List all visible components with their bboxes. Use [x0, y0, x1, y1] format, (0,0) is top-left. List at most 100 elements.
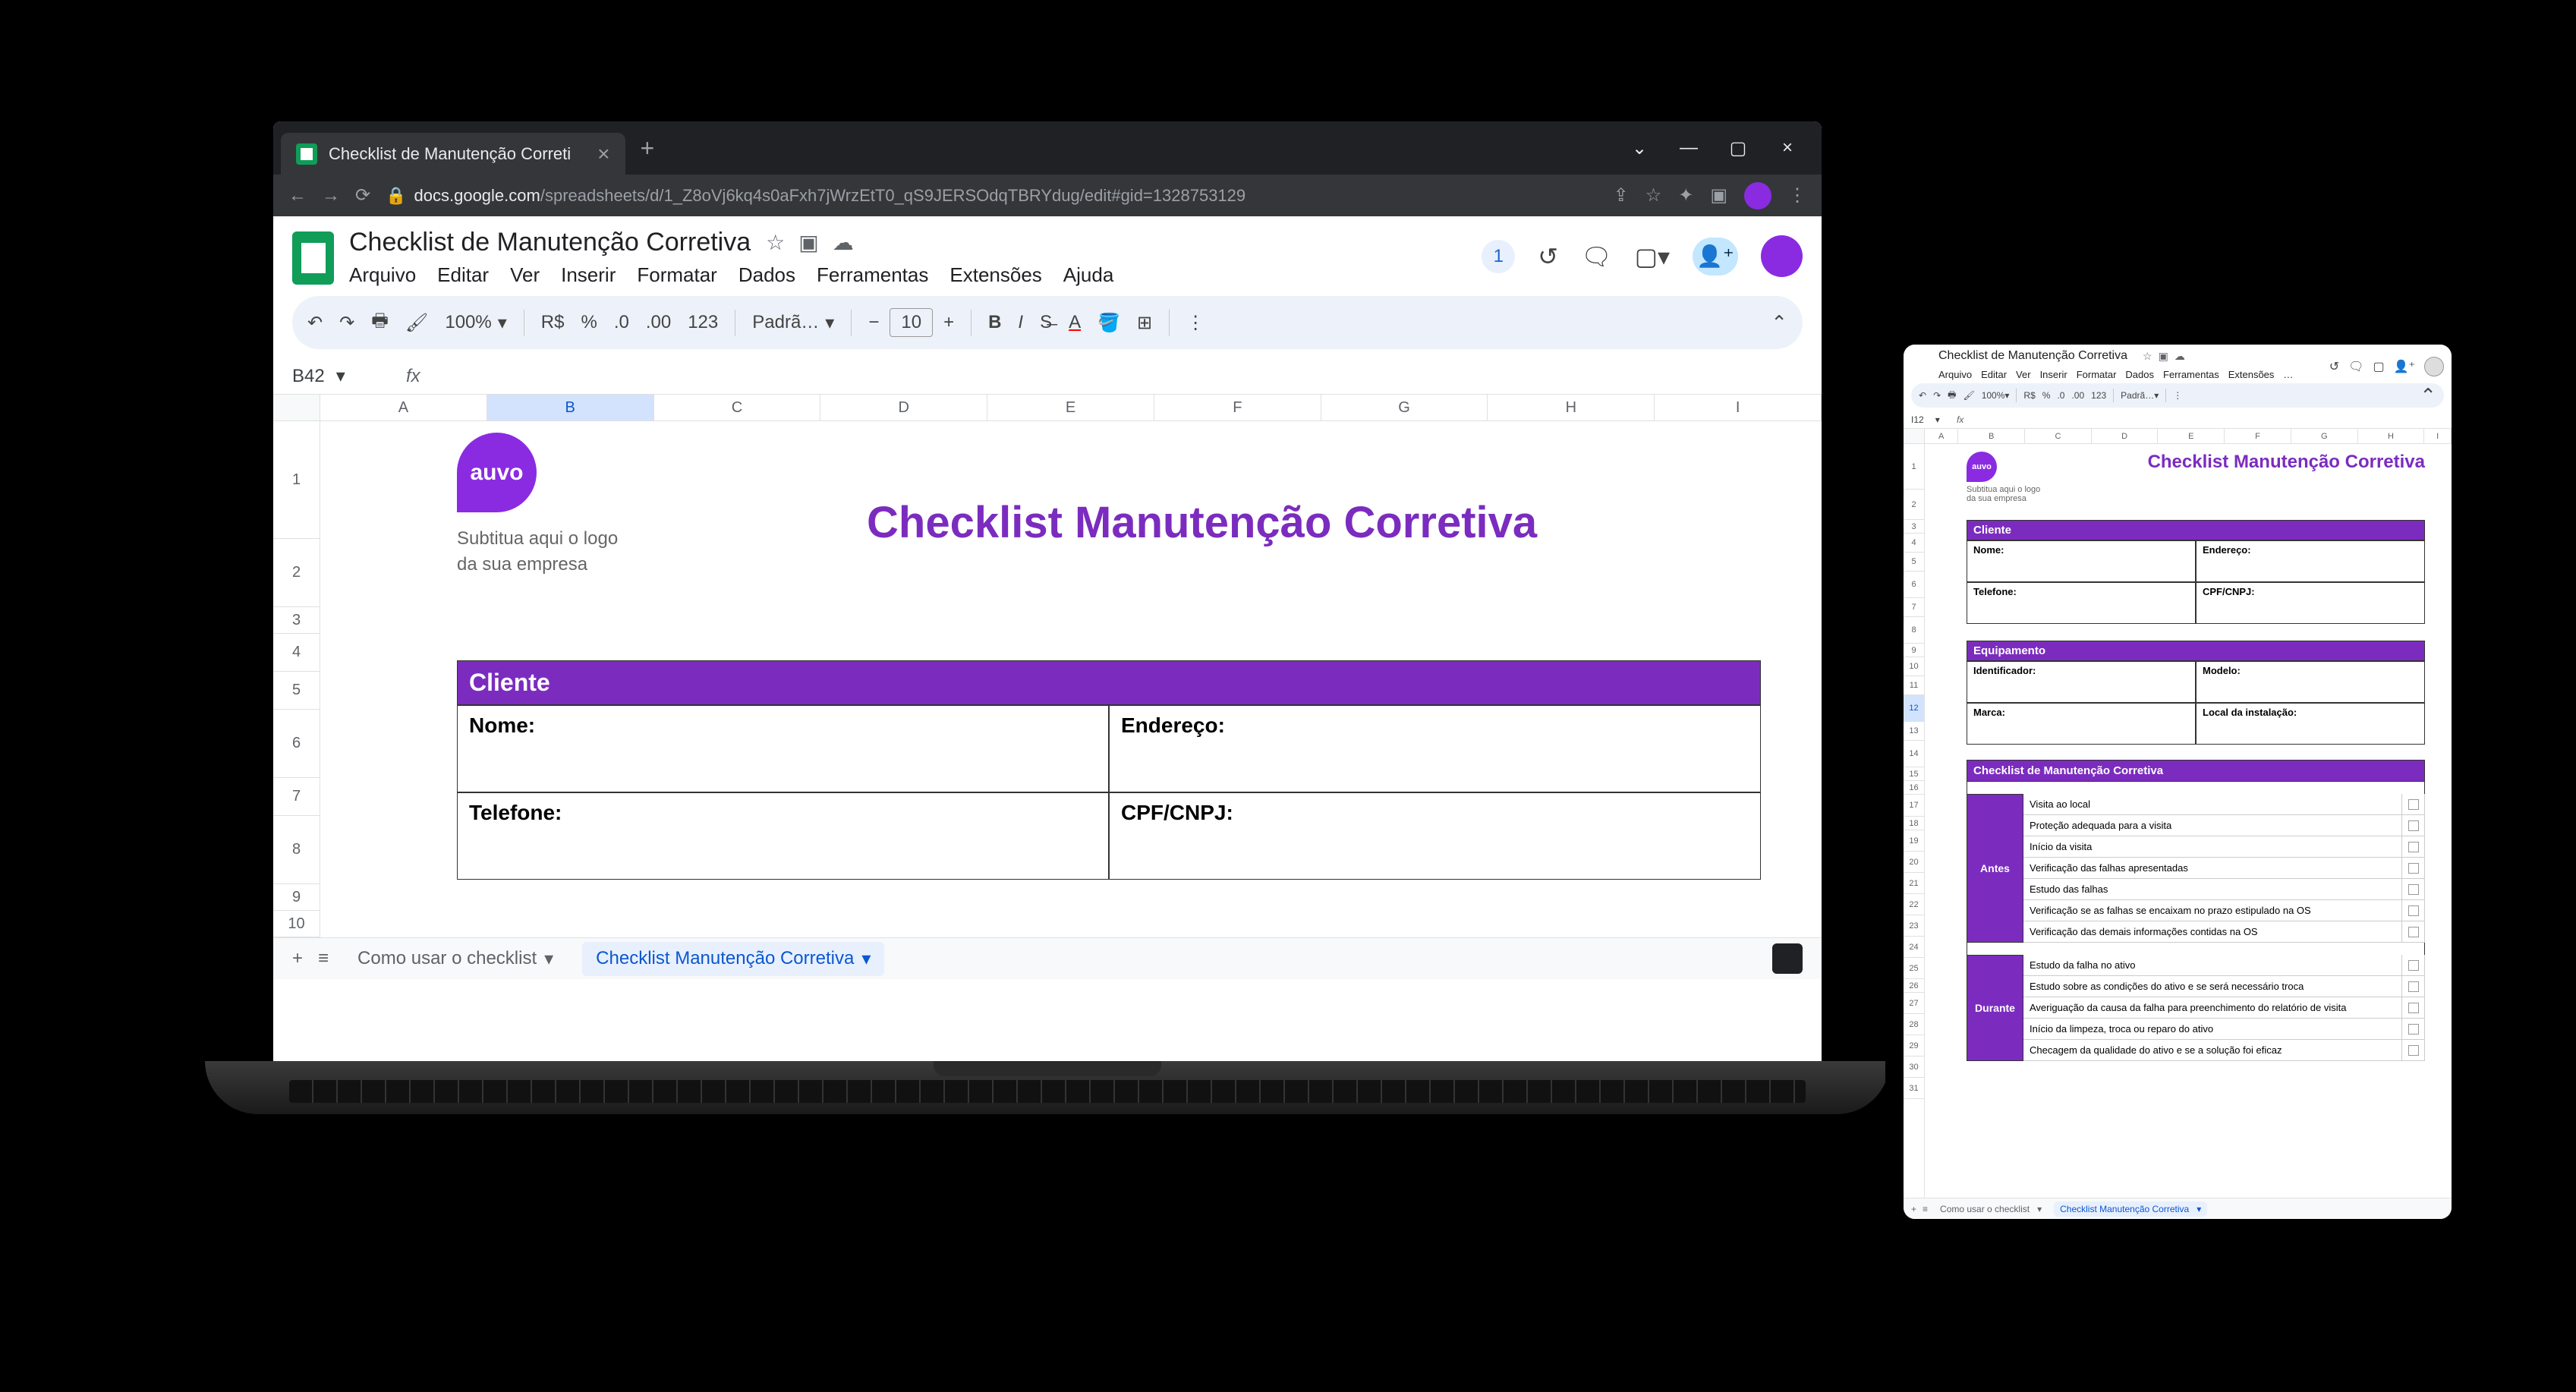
collapse-toolbar-icon[interactable]: ⌃ — [2420, 384, 2436, 408]
fill-color-icon[interactable]: 🪣 — [1097, 312, 1120, 334]
col-header[interactable]: I — [2424, 429, 2452, 443]
undo-icon[interactable]: ↶ — [307, 312, 323, 334]
redo-icon[interactable]: ↷ — [1933, 390, 1941, 401]
field-cpf-cnpj[interactable]: CPF/CNPJ: — [2196, 582, 2425, 624]
col-header[interactable]: B — [1958, 429, 2025, 443]
font-size-minus[interactable]: − — [868, 312, 879, 333]
col-header[interactable]: C — [654, 395, 821, 420]
checkbox-icon[interactable] — [2401, 836, 2424, 857]
row-header[interactable]: 7 — [1904, 598, 1924, 617]
decrease-decimal-button[interactable]: .0 — [2057, 390, 2064, 401]
col-header[interactable]: H — [1488, 395, 1655, 420]
row-header[interactable]: 15 — [1904, 767, 1924, 781]
all-sheets-icon[interactable]: ≡ — [1923, 1204, 1928, 1214]
tablet-grid[interactable]: 1 2 3 4 5 6 7 8 9 10 11 12 13 14 15 16 1… — [1904, 429, 2452, 1198]
menu-inserir[interactable]: Inserir — [2040, 369, 2067, 380]
name-box[interactable]: I12▾ — [1911, 414, 1949, 425]
font-size-value[interactable]: 10 — [890, 308, 933, 337]
col-header[interactable]: H — [2358, 429, 2425, 443]
checklist-item[interactable]: Visita ao local — [2023, 794, 2425, 815]
checklist-item[interactable]: Estudo sobre as condições do ativo e se … — [2023, 976, 2425, 997]
row-header[interactable]: 11 — [1904, 676, 1924, 695]
checkbox-icon[interactable] — [2401, 815, 2424, 836]
col-header[interactable]: A — [1925, 429, 1958, 443]
menu-extensoes[interactable]: Extensões — [949, 263, 1041, 287]
menu-extensoes[interactable]: Extensões — [2228, 369, 2275, 380]
checkbox-icon[interactable] — [2401, 858, 2424, 878]
menu-more[interactable]: … — [2283, 369, 2293, 380]
sheets-logo-icon[interactable] — [292, 231, 334, 285]
checklist-item[interactable]: Início da visita — [2023, 836, 2425, 858]
field-identificador[interactable]: Identificador: — [1967, 661, 2196, 703]
row-header[interactable]: 19 — [1904, 830, 1924, 852]
close-window-icon[interactable]: × — [1776, 137, 1799, 159]
back-icon[interactable]: ← — [288, 185, 307, 206]
checklist-item[interactable]: Verificação se as falhas se encaixam no … — [2023, 900, 2425, 921]
increase-decimal-button[interactable]: .00 — [2071, 390, 2084, 401]
history-icon[interactable]: ↺ — [1538, 242, 1558, 271]
checklist-item[interactable]: Proteção adequada para a visita — [2023, 815, 2425, 836]
forward-icon[interactable]: → — [322, 185, 340, 206]
profile-avatar-icon[interactable] — [1744, 182, 1771, 209]
menu-ferramentas[interactable]: Ferramentas — [817, 263, 928, 287]
font-size-plus[interactable]: + — [943, 312, 954, 333]
document-title[interactable]: Checklist de Manutenção Corretiva — [349, 228, 751, 257]
move-folder-icon[interactable]: ▣ — [798, 230, 818, 255]
browser-menu-icon[interactable]: ⋮ — [1788, 184, 1806, 206]
checklist-item[interactable]: Averiguação da causa da falha para preen… — [2023, 997, 2425, 1019]
row-header[interactable]: 3 — [1904, 520, 1924, 534]
field-nome[interactable]: Nome: — [457, 705, 1109, 792]
row-header[interactable]: 13 — [1904, 722, 1924, 741]
menu-formatar[interactable]: Formatar — [2077, 369, 2117, 380]
percent-button[interactable]: % — [2042, 390, 2051, 401]
currency-button[interactable]: R$ — [2023, 390, 2035, 401]
paint-format-icon[interactable]: 🖌 — [1963, 390, 1974, 401]
menu-arquivo[interactable]: Arquivo — [1938, 369, 1972, 380]
menu-ajuda[interactable]: Ajuda — [1063, 263, 1114, 287]
row-header[interactable]: 1 — [273, 421, 320, 539]
row-header[interactable]: 10 — [273, 911, 320, 937]
row-header[interactable]: 25 — [1904, 958, 1924, 979]
share-button[interactable]: 👤⁺ — [1693, 238, 1738, 276]
checklist-item[interactable]: Verificação das demais informações conti… — [2023, 921, 2425, 943]
move-folder-icon[interactable]: ▣ — [2159, 350, 2168, 363]
col-header[interactable]: G — [1321, 395, 1488, 420]
row-header[interactable]: 3 — [273, 607, 320, 634]
comments-icon[interactable]: 🗨 — [1581, 242, 1612, 271]
checklist-item[interactable]: Estudo da falha no ativo — [2023, 955, 2425, 976]
checklist-item[interactable]: Estudo das falhas — [2023, 879, 2425, 900]
account-avatar-icon[interactable] — [1761, 235, 1803, 277]
menu-ver[interactable]: Ver — [2016, 369, 2031, 380]
col-header[interactable]: I — [1655, 395, 1822, 420]
sidepanel-icon[interactable]: ▣ — [1710, 184, 1727, 206]
row-header[interactable]: 4 — [273, 634, 320, 672]
field-endereco[interactable]: Endereço: — [1109, 705, 1761, 792]
col-header[interactable]: F — [1154, 395, 1321, 420]
checkbox-icon[interactable] — [2401, 976, 2424, 997]
row-header[interactable]: 30 — [1904, 1057, 1924, 1078]
row-header[interactable]: 20 — [1904, 852, 1924, 873]
number-format-button[interactable]: 123 — [2091, 390, 2106, 401]
field-modelo[interactable]: Modelo: — [2196, 661, 2425, 703]
field-cpf-cnpj[interactable]: CPF/CNPJ: — [1109, 792, 1761, 880]
more-tools-icon[interactable]: ⋮ — [1186, 312, 1205, 334]
menu-ver[interactable]: Ver — [510, 263, 540, 287]
col-header[interactable]: D — [2092, 429, 2159, 443]
extensions-icon[interactable]: ✦ — [1678, 184, 1693, 206]
field-marca[interactable]: Marca: — [1967, 703, 2196, 745]
row-header[interactable]: 7 — [273, 778, 320, 816]
more-tools-icon[interactable]: ⋮ — [2173, 390, 2182, 401]
font-selector[interactable]: Padrã…▾ — [2121, 390, 2159, 401]
reload-icon[interactable]: ⟳ — [355, 184, 370, 206]
decrease-decimal-button[interactable]: .0 — [614, 312, 629, 333]
maximize-icon[interactable]: ▢ — [1727, 137, 1749, 159]
history-icon[interactable]: ↺ — [2329, 359, 2339, 374]
add-sheet-icon[interactable]: + — [1911, 1204, 1916, 1214]
undo-icon[interactable]: ↶ — [1919, 390, 1926, 401]
row-header[interactable]: 5 — [273, 672, 320, 710]
row-header[interactable]: 26 — [1904, 979, 1924, 993]
menu-arquivo[interactable]: Arquivo — [349, 263, 416, 287]
col-header[interactable]: E — [2158, 429, 2225, 443]
row-header[interactable]: 5 — [1904, 553, 1924, 572]
print-icon[interactable]: 🖶 — [1948, 388, 1956, 404]
